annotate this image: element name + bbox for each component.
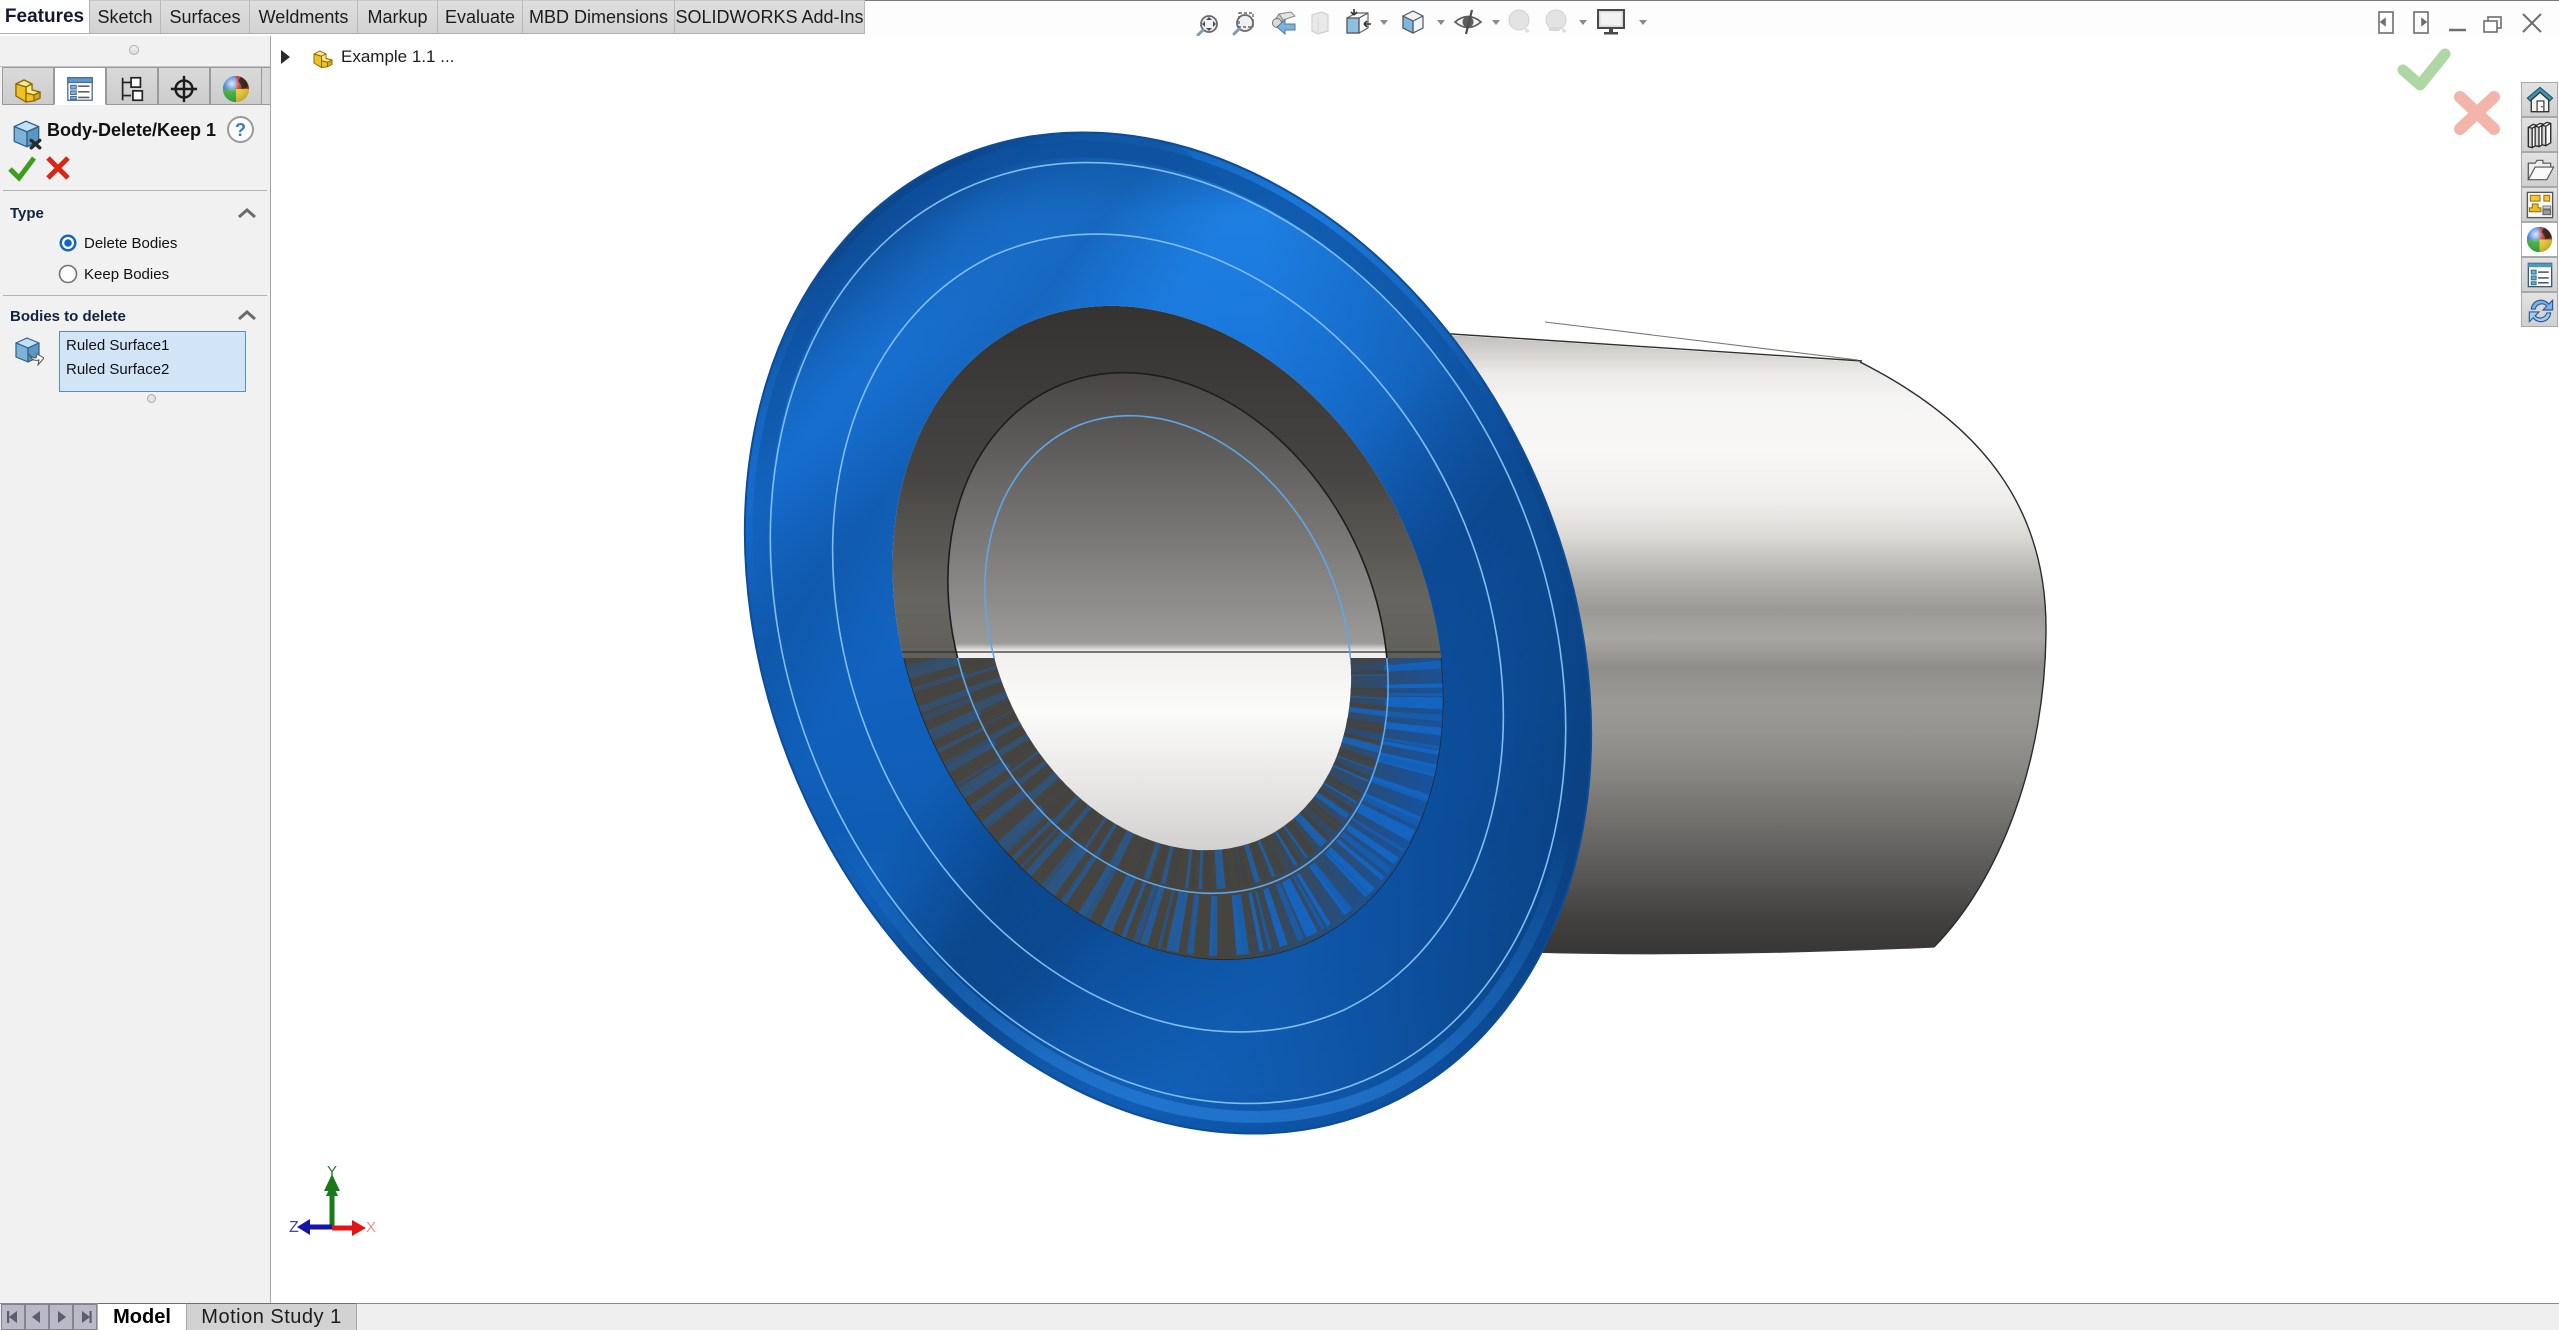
svg-text:Z: Z [289,1219,299,1236]
svg-text:X: X [366,1219,376,1236]
svg-text:Y: Y [327,1163,337,1180]
